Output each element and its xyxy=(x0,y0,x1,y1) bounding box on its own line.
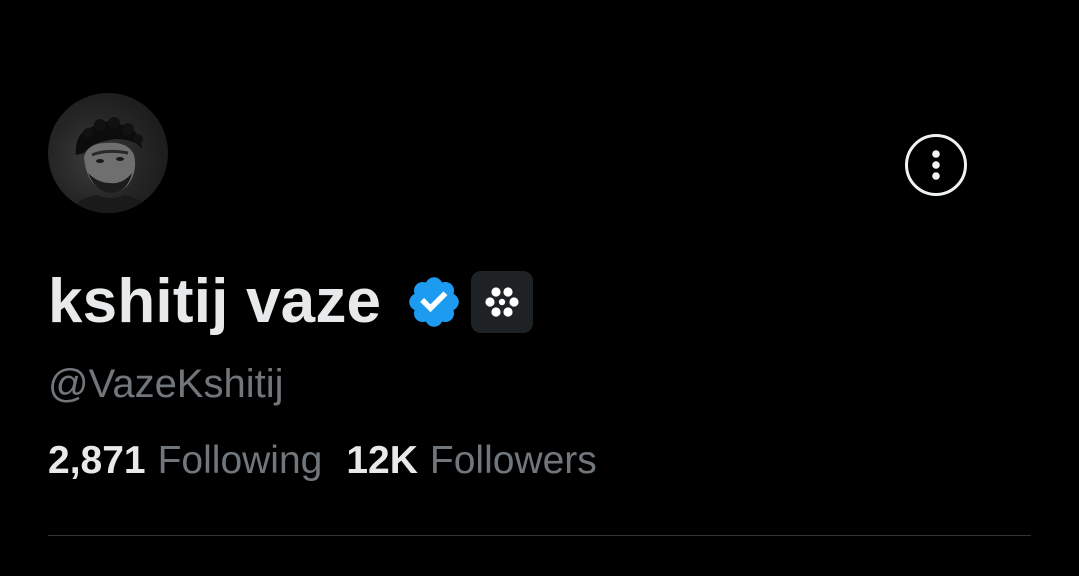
more-options-icon xyxy=(932,150,940,180)
more-options-button[interactable] xyxy=(905,134,967,196)
display-name: kshitij vaze xyxy=(48,267,382,336)
affiliate-badge-icon xyxy=(485,287,519,317)
verified-badge-icon[interactable] xyxy=(405,273,463,331)
followers-link[interactable]: 12K Followers xyxy=(346,437,596,485)
following-link[interactable]: 2,871 Following xyxy=(48,437,322,485)
name-row: kshitij vaze xyxy=(48,266,534,338)
profile-handle: @VazeKshitij xyxy=(48,362,284,406)
avatar[interactable] xyxy=(48,93,168,213)
followers-label: Followers xyxy=(429,439,597,482)
following-count: 2,871 xyxy=(48,439,146,482)
following-label: Following xyxy=(157,439,323,482)
affiliate-badge[interactable] xyxy=(471,271,534,333)
followers-count: 12K xyxy=(346,439,418,482)
avatar-photo xyxy=(68,117,152,213)
profile-stats: 2,871 Following 12K Followers xyxy=(48,437,597,485)
section-divider xyxy=(48,535,1031,536)
